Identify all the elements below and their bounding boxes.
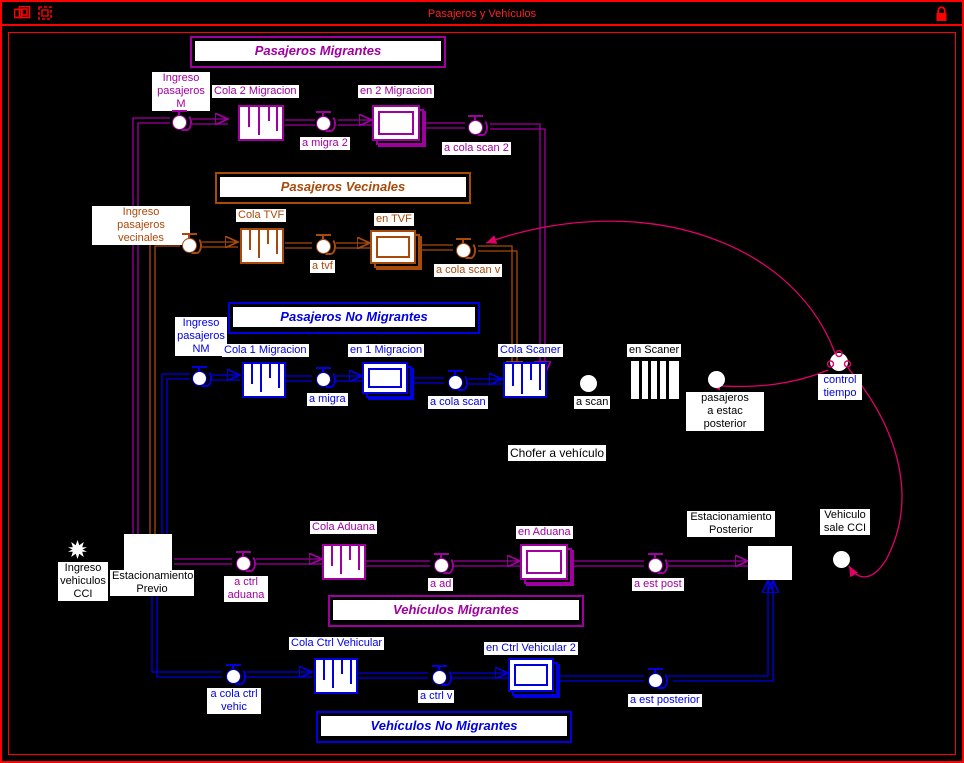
activity-a-cola-ctrl-vehic[interactable]: [224, 664, 246, 686]
activity-a-ctrl-aduana[interactable]: [234, 551, 256, 573]
banner-label: Pasajeros Vecinales: [220, 177, 466, 197]
label-cola-aduana: Cola Aduana: [310, 521, 377, 534]
source-ingreso-vehiculos-cci[interactable]: [68, 540, 87, 559]
activity-a-ctrl-v[interactable]: [430, 665, 452, 687]
label-en-2-migracion: en 2 Migracion: [358, 85, 435, 98]
label-estacionamiento-previo: Estacionamiento Previo: [110, 570, 194, 596]
label-control-tiempo: control tiempo: [818, 374, 862, 400]
activity-a-cola-scan-2[interactable]: [466, 115, 488, 137]
source-valve-pasajeros-no-migrantes[interactable]: [190, 366, 212, 388]
banner-pasajeros-migrantes: Pasajeros Migrantes: [190, 36, 446, 68]
label-a-migra: a migra: [307, 393, 348, 406]
activity-a-migra-2[interactable]: [314, 111, 336, 133]
label-vehiculo-sale-cci: Vehiculo sale CCI: [820, 509, 870, 535]
label-a-cola-ctrl-vehic: a cola ctrl vehic: [207, 688, 261, 714]
activity-a-cola-scan-v[interactable]: [454, 238, 476, 260]
banner-label: Vehículos Migrantes: [333, 600, 579, 620]
diagram-canvas: [8, 32, 956, 755]
queue-cola-1-migracion[interactable]: [242, 362, 286, 398]
banner-vehiculos-no-migrantes: Vehículos No Migrantes: [316, 711, 572, 743]
simulation-diagram-window: Pasajeros y Vehículos Pasajeros Migrante…: [0, 0, 964, 763]
label-ingreso-vehiculos-cci: Ingreso vehiculos CCI: [58, 562, 108, 601]
label-ingreso-pasajeros-vecinales: Ingreso pasajeros vecinales: [92, 206, 190, 245]
banner-vehiculos-migrantes: Vehículos Migrantes: [328, 595, 584, 627]
banner-label: Pasajeros No Migrantes: [233, 307, 475, 327]
label-en-aduana: en Aduana: [516, 526, 573, 539]
queue-cola-scaner[interactable]: [503, 362, 547, 398]
activity-a-est-posterior[interactable]: [646, 668, 668, 690]
label-a-ctrl-v: a ctrl v: [418, 690, 455, 703]
server-en-aduana[interactable]: [520, 544, 574, 586]
label-en-ctrl-vehicular-2: en Ctrl Vehicular 2: [484, 642, 578, 655]
activity-a-migra[interactable]: [314, 367, 336, 389]
label-pasajeros-a-estac-posterior: pasajeros a estac posterior: [686, 392, 764, 431]
source-valve-pasajeros-migrantes[interactable]: [170, 110, 192, 132]
banner-pasajeros-no-migrantes: Pasajeros No Migrantes: [228, 302, 480, 334]
label-a-cola-scan-2: a cola scan 2: [442, 142, 511, 155]
label-cola-2-migracion: Cola 2 Migracion: [212, 85, 299, 98]
banner-label: Pasajeros Migrantes: [195, 41, 441, 61]
lock-icon[interactable]: [935, 6, 948, 27]
label-a-ctrl-aduana: a ctrl aduana: [224, 576, 268, 602]
label-chofer-a-vehiculo: Chofer a vehículo: [508, 445, 607, 461]
activity-a-est-post[interactable]: [646, 553, 668, 575]
window-title: Pasajeros y Vehículos: [427, 8, 537, 20]
queue-cola-tvf[interactable]: [240, 228, 284, 264]
label-a-tvf: a tvf: [310, 260, 335, 273]
label-a-cola-scan-v: a cola scan v: [434, 264, 503, 277]
label-ingreso-pasajeros-m: Ingreso pasajeros M: [152, 72, 210, 111]
sink-vehiculo-sale-cci[interactable]: [832, 548, 854, 570]
server-en-2-migracion[interactable]: [372, 105, 426, 147]
queue-cola-ctrl-vehicular[interactable]: [314, 658, 358, 694]
label-a-est-post: a est post: [632, 578, 684, 591]
label-a-migra-2: a migra 2: [300, 137, 350, 150]
label-cola-tvf: Cola TVF: [236, 209, 287, 222]
label-cola-ctrl-vehicular: Cola Ctrl Vehicular: [289, 637, 385, 650]
title-bar: Pasajeros y Vehículos: [2, 2, 962, 26]
label-en-scaner: en Scaner: [627, 344, 682, 357]
banner-label: Vehículos No Migrantes: [321, 716, 567, 736]
label-a-cola-scan: a cola scan: [428, 396, 488, 409]
server-en-scaner[interactable]: [631, 361, 679, 399]
queue-cola-aduana[interactable]: [322, 544, 366, 580]
server-en-tvf[interactable]: [370, 230, 422, 272]
server-en-1-migracion[interactable]: [362, 362, 414, 402]
label-ingreso-pasajeros-nm: Ingreso pasajeros NM: [175, 317, 227, 356]
activity-a-ad[interactable]: [432, 553, 454, 575]
activity-a-tvf[interactable]: [314, 234, 336, 256]
queue-cola-2-migracion[interactable]: [238, 105, 284, 141]
activity-pasajeros-a-estac-posterior[interactable]: [707, 368, 729, 390]
label-a-ad: a ad: [428, 578, 454, 591]
label-estacionamiento-posterior: Estacionamiento Posterior: [687, 511, 775, 537]
label-en-tvf: en TVF: [374, 213, 414, 226]
source-valve-pasajeros-vecinales[interactable]: [180, 233, 202, 255]
label-a-est-posterior: a est posterior: [628, 694, 702, 707]
estacionamiento-posterior-block[interactable]: [748, 546, 792, 580]
control-tiempo-node[interactable]: [826, 349, 852, 374]
activity-a-scan[interactable]: [579, 372, 601, 394]
label-en-1-migracion: en 1 Migracion: [348, 344, 425, 357]
server-en-ctrl-vehicular-2[interactable]: [508, 658, 560, 700]
label-cola-1-migracion: Cola 1 Migracion: [222, 344, 309, 357]
label-cola-scaner: Cola Scaner: [498, 344, 563, 357]
label-a-scan: a scan: [574, 396, 611, 409]
activity-a-cola-scan[interactable]: [446, 370, 468, 392]
banner-pasajeros-vecinales: Pasajeros Vecinales: [215, 172, 471, 204]
